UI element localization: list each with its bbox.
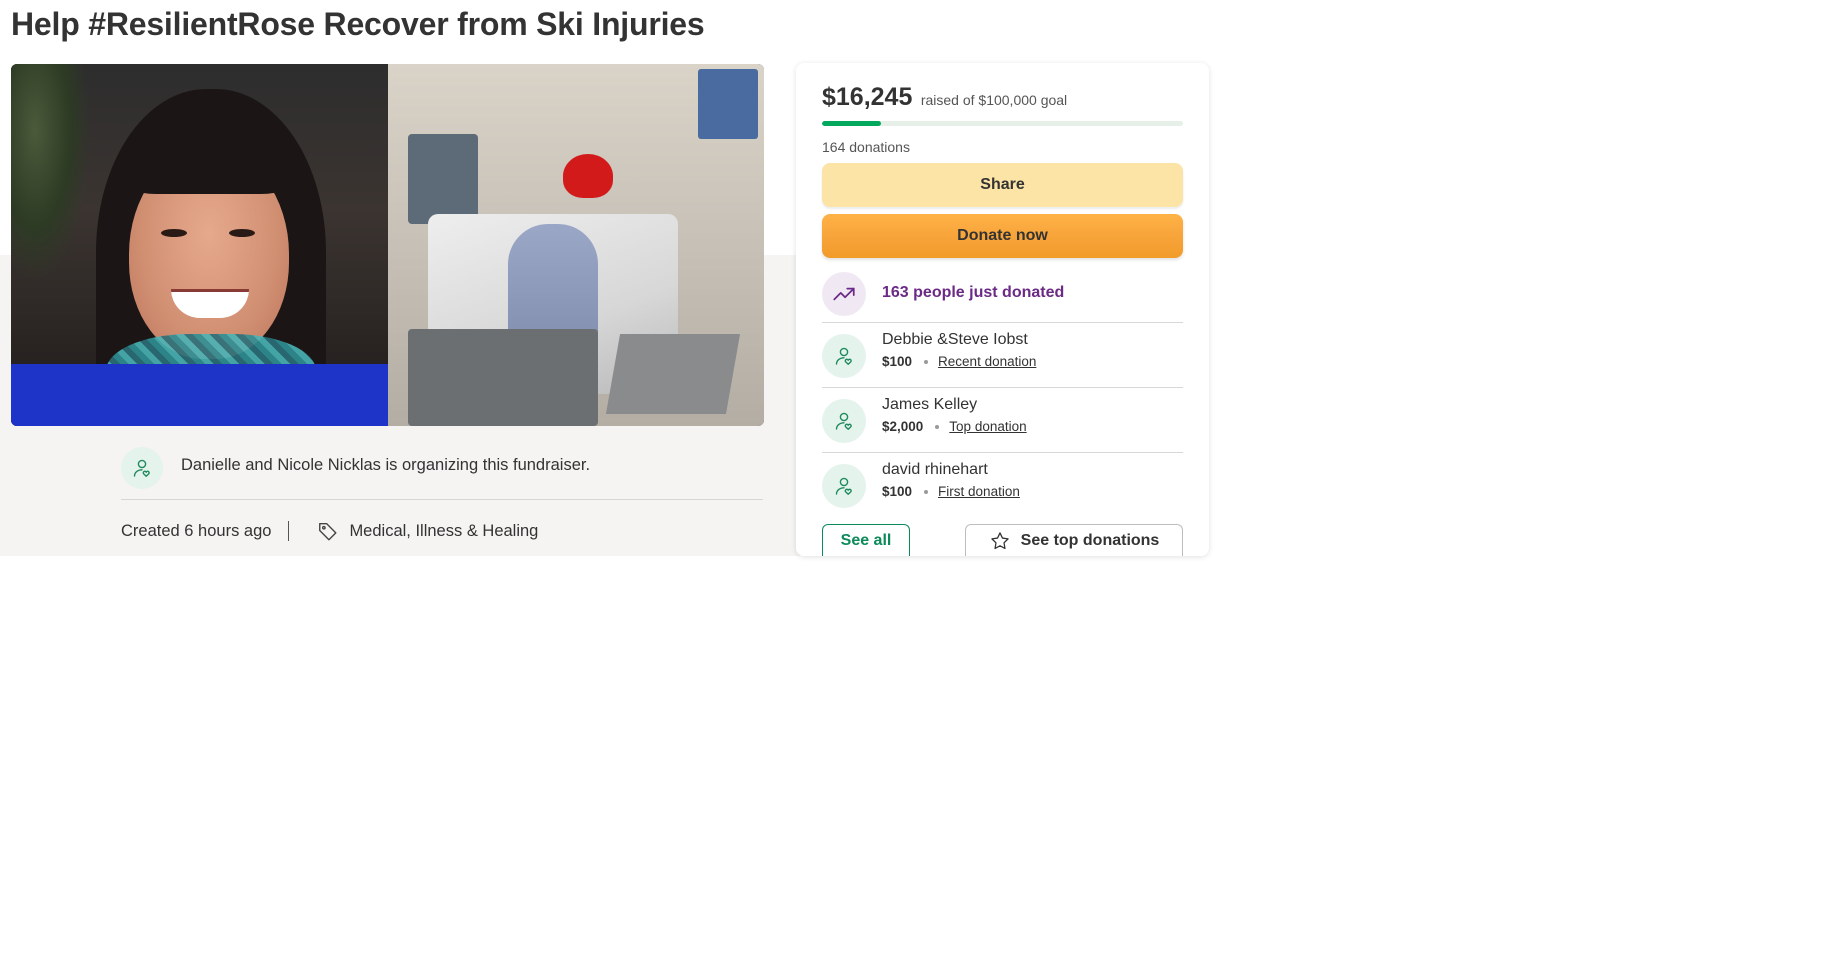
organizer-text: Danielle and Nicole Nicklas is organizin… [181, 456, 591, 474]
see-top-donations-button[interactable]: See top donations [965, 524, 1183, 556]
donation-item: david rhinehart $100 First donation [822, 453, 1183, 513]
donor-name: david rhinehart [882, 461, 988, 478]
donate-now-button[interactable]: Donate now [822, 214, 1183, 258]
separator-dot [935, 424, 940, 429]
donor-name: Debbie &Steve Iobst [882, 331, 1028, 348]
donation-item: James Kelley $2,000 Top donation [822, 388, 1183, 453]
portrait-photo [11, 64, 388, 426]
user-heart-icon [822, 334, 866, 378]
user-heart-icon [822, 399, 866, 443]
donor-meta: $100 Recent donation [882, 354, 1036, 369]
donation-sidebar: $16,245 raised of $100,000 goal 164 dona… [796, 63, 1209, 556]
trending-up-icon [822, 272, 866, 316]
meta-divider [288, 521, 290, 541]
donor-name: James Kelley [882, 396, 978, 413]
raised-amount: $16,245 [822, 83, 913, 111]
donation-item: Debbie &Steve Iobst $100 Recent donation [822, 323, 1183, 388]
star-icon [990, 531, 1009, 549]
donation-kind-link[interactable]: First donation [938, 484, 1020, 499]
goal-text: raised of $100,000 goal [920, 92, 1068, 108]
donations-count: 164 donations [822, 139, 910, 155]
organizer-row: Danielle and Nicole Nicklas is organizin… [121, 447, 763, 500]
donation-amount: $2,000 [882, 419, 924, 434]
donation-amount: $100 [882, 354, 913, 369]
progress-bar [822, 121, 1183, 126]
campaign-title: Help #ResilientRose Recover from Ski Inj… [11, 6, 705, 42]
donation-kind-link[interactable]: Recent donation [938, 354, 1036, 369]
see-all-button[interactable]: See all [822, 524, 910, 556]
campaign-hero-image[interactable] [11, 64, 764, 426]
trend-text: 163 people just donated [882, 284, 1065, 301]
separator-dot [924, 359, 929, 364]
recent-activity-row: 163 people just donated [822, 268, 1183, 323]
tag-icon [319, 522, 337, 541]
user-heart-icon [822, 464, 866, 508]
donor-meta: $100 First donation [882, 484, 1020, 499]
hospital-photo [388, 64, 764, 426]
donation-kind-link[interactable]: Top donation [949, 419, 1026, 434]
created-date: Created 6 hours ago [121, 521, 272, 540]
donation-amount: $100 [882, 484, 913, 499]
donor-meta: $2,000 Top donation [882, 419, 1027, 434]
category-link[interactable]: Medical, Illness & Healing [349, 522, 538, 541]
progress-summary: $16,245 raised of $100,000 goal [822, 83, 1067, 112]
separator-dot [924, 489, 929, 494]
progress-fill [822, 121, 881, 126]
see-top-donations-label: See top donations [1020, 531, 1160, 549]
campaign-meta: Created 6 hours ago Medical, Illness & H… [121, 516, 538, 546]
share-button[interactable]: Share [822, 163, 1183, 207]
user-heart-icon [121, 447, 163, 489]
